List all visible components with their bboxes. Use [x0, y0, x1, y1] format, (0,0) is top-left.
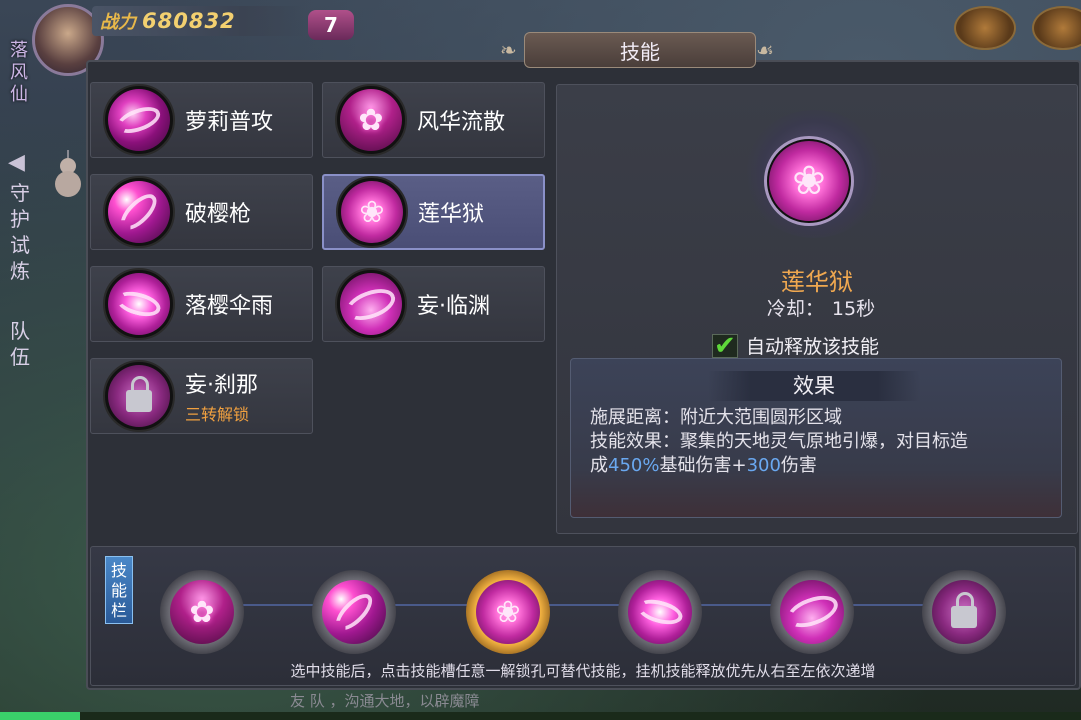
basic-attack-skill-icon — [108, 89, 170, 151]
title-ornament-right-icon: ☙ — [756, 38, 774, 62]
skill-slot-4[interactable] — [618, 570, 702, 654]
effect-text: 基础伤害+ — [659, 455, 747, 476]
auto-cast-checkbox[interactable] — [712, 331, 738, 361]
spear-skill-icon — [322, 580, 386, 644]
skill-name: 妄·临渊 — [417, 294, 490, 319]
lotus-prison-large-icon: ❀ — [769, 141, 849, 221]
skill-icon-frame — [103, 84, 175, 156]
skill-card-7-locked[interactable]: 妄·刹那 三转解锁 — [90, 358, 313, 434]
skill-name: 莲华狱 — [418, 202, 485, 227]
skill-slot-1[interactable]: ✿ — [160, 570, 244, 654]
experience-bar — [0, 712, 1081, 720]
skill-icon-frame — [103, 176, 175, 248]
skill-name: 妄·刹那 — [185, 373, 258, 398]
skill-icon-frame — [103, 268, 175, 340]
wind-scatter-skill-icon: ✿ — [340, 89, 402, 151]
effect-desc-line-2: 成450%基础伤害+300伤害 — [590, 454, 1050, 478]
skill-slot-3-active[interactable]: ❀ — [466, 570, 550, 654]
skill-bar-tag: 技能栏 — [105, 556, 133, 624]
umbrella-rain-skill-icon — [108, 273, 170, 335]
cooldown-row: 冷却： 15秒 — [556, 294, 1078, 321]
skill-bar-hint: 选中技能后，点击技能槽任意一解锁孔可替代技能，挂机技能释放优先从右至左依次递增 — [290, 662, 876, 680]
auto-cast-toggle[interactable]: 自动释放该技能 — [712, 331, 880, 361]
lotus-prison-skill-icon: ❀ — [341, 181, 403, 243]
skill-slot-6-locked[interactable] — [922, 570, 1006, 654]
effect-text: 成 — [590, 455, 608, 476]
effect-percent: 450% — [608, 455, 660, 476]
skill-icon-frame — [103, 360, 175, 432]
effect-desc-line-1: 技能效果：聚集的天地灵气原地引爆，对目标造 — [590, 431, 968, 452]
lotus-prison-skill-icon: ❀ — [476, 580, 540, 644]
skill-card-6[interactable]: 妄·临渊 — [322, 266, 545, 342]
tab-guardian-trial[interactable]: 守护试炼 — [6, 180, 34, 284]
chat-preview[interactable]: 友 队 ，沟通大地，以辟魔障 — [290, 690, 480, 711]
panel-title: 技能 — [620, 39, 660, 64]
auto-cast-label: 自动释放该技能 — [746, 336, 880, 358]
skill-name: 落樱伞雨 — [185, 294, 274, 319]
combat-power-label: 战力 — [100, 12, 136, 33]
effect-flat-damage: 300 — [746, 455, 781, 476]
effect-range-line: 施展距离：附近大范围圆形区域 — [590, 407, 842, 428]
effect-text: 伤害 — [780, 455, 817, 476]
skill-slot-2[interactable] — [312, 570, 396, 654]
experience-fill — [0, 712, 80, 720]
panel-title-bar: 技能 — [524, 32, 756, 68]
skill-card-1[interactable]: 萝莉普攻 — [90, 82, 313, 158]
lock-icon — [126, 376, 152, 412]
skill-name: 破樱枪 — [185, 202, 252, 227]
skill-card-5[interactable]: 落樱伞雨 — [90, 266, 313, 342]
vip-badge[interactable]: 7 — [308, 10, 354, 40]
locked-skill-icon — [108, 365, 170, 427]
skill-icon-frame: ❀ — [336, 176, 408, 248]
combat-power-value: 680832 — [142, 9, 236, 33]
chevron-left-icon[interactable]: ◀ — [8, 150, 25, 175]
skill-slot-5[interactable] — [770, 570, 854, 654]
skill-icon-frame — [335, 268, 407, 340]
skill-card-2[interactable]: ✿ 风华流散 — [322, 82, 545, 158]
cooldown-value: 15秒 — [831, 298, 876, 320]
tab-team[interactable]: 队伍 — [6, 318, 34, 370]
unlock-requirement: 三转解锁 — [185, 405, 250, 424]
player-name: 落风仙 — [10, 40, 28, 105]
shop-icon[interactable] — [954, 6, 1016, 50]
skill-name: 萝莉普攻 — [185, 110, 274, 135]
title-ornament-left-icon: ❧ — [500, 38, 517, 62]
skill-name: 风华流散 — [417, 110, 506, 135]
skill-card-3[interactable]: 破樱枪 — [90, 174, 313, 250]
effect-title: 效果 — [708, 371, 920, 401]
selected-skill-large-icon: ❀ — [764, 136, 854, 226]
abyss-skill-icon — [780, 580, 844, 644]
skill-card-4-selected[interactable]: ❀ 莲华狱 — [322, 174, 545, 250]
wind-scatter-skill-icon: ✿ — [170, 580, 234, 644]
combat-power-bar: 战力 680832 — [92, 6, 307, 36]
gourd-icon — [55, 150, 81, 197]
locked-skill-icon — [932, 580, 996, 644]
abyss-skill-icon — [340, 273, 402, 335]
cooldown-label: 冷却： — [766, 298, 824, 320]
skill-icon-frame: ✿ — [335, 84, 407, 156]
selected-skill-name: 莲华狱 — [781, 268, 853, 296]
lock-icon — [951, 592, 977, 628]
spear-skill-icon — [108, 181, 170, 243]
umbrella-rain-skill-icon — [628, 580, 692, 644]
